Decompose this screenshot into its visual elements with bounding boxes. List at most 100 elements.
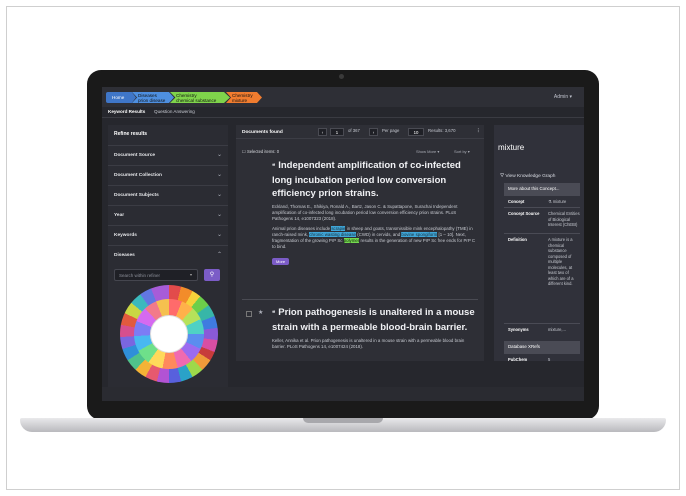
prev-page-button[interactable]: ‹	[318, 128, 327, 136]
doc-abstract: Animal prion diseases include scrapie in…	[272, 226, 478, 250]
per-page-select[interactable]: 10	[408, 128, 424, 136]
knowledge-graph-label[interactable]: View Knowledge Graph	[505, 174, 555, 179]
highlight-term[interactable]: bovine spongiform	[401, 232, 438, 237]
highlight-term[interactable]: chronic wasting disease	[309, 232, 356, 237]
facet-label: Year	[114, 213, 125, 218]
screen-footer	[102, 387, 584, 401]
highlight-term[interactable]: scrapie	[331, 226, 346, 231]
chevron-down-icon: ⌄	[216, 172, 222, 178]
abstract-text: Animal prion diseases include	[272, 226, 331, 231]
chevron-down-icon: ⌄	[216, 232, 222, 238]
doc-title[interactable]: ❝ Independent amplification of co-infecte…	[272, 159, 478, 200]
row-value: mixture,...	[548, 327, 566, 332]
chevron-down-icon: ⌄	[216, 152, 222, 158]
row-value-text: mixture	[552, 199, 567, 204]
facet-label: Document Source	[114, 153, 156, 158]
search-button[interactable]: ⚲	[204, 269, 220, 281]
synonyms-row: Synonyms mixture,...	[504, 323, 580, 335]
checkbox-icon[interactable]: ☐	[242, 149, 246, 154]
breadcrumb-disease[interactable]: Diseases prion disease	[132, 92, 174, 103]
camera	[339, 74, 344, 79]
doc-content: ❝ Independent amplification of co-infecte…	[272, 159, 478, 268]
row-key: Concept Source	[508, 211, 540, 216]
doc-title-text[interactable]: Independent amplification of co-infected…	[272, 160, 461, 199]
facet-document-source[interactable]: Document Source ⌄	[108, 145, 228, 165]
facet-label: Document Collection	[114, 173, 162, 178]
next-page-button[interactable]: ›	[369, 128, 378, 136]
row-key: Synonyms	[508, 327, 529, 332]
page-input[interactable]: 1	[330, 128, 344, 136]
more-button[interactable]: More	[272, 258, 290, 265]
more-options-icon[interactable]: ⋮	[476, 128, 480, 136]
xref-row[interactable]: PubChem 5	[504, 353, 580, 365]
concept-row: Concept ⚗ mixture	[504, 195, 580, 207]
database-xrefs-header[interactable]: Database XRefs	[504, 341, 580, 353]
chemistry-icon: ⚗	[548, 199, 552, 204]
facet-document-collection[interactable]: Document Collection ⌄	[108, 165, 228, 185]
refine-title: Refine results	[114, 131, 148, 137]
breadcrumb-chemical[interactable]: Chemistry chemical substance	[170, 92, 230, 103]
sort-by-dropdown[interactable]: Sort by ▾	[454, 149, 470, 154]
documents-found-title: Documents found	[242, 130, 283, 135]
selected-items[interactable]: ☐ Selected items: 0	[242, 149, 279, 154]
chevron-up-icon: ⌃	[216, 252, 222, 258]
facet-year[interactable]: Year ⌄	[108, 205, 228, 225]
doc-title-text[interactable]: Prion pathogenesis is unaltered in a mou…	[272, 307, 475, 333]
divider	[242, 299, 478, 300]
row-value: ⚗ mixture	[548, 199, 580, 205]
abstract-text: (CWD) in cervids, and	[357, 232, 401, 237]
highlight-term[interactable]: polymer	[343, 238, 360, 243]
graph-icon: ⛛	[500, 174, 505, 179]
refine-panel: Refine results Document Source ⌄ Document…	[108, 125, 228, 387]
doc-citation: Eckland, Thomas E., Shikiya, Ronald A., …	[272, 204, 458, 221]
top-bar: Home Diseases prion disease Chemistry ch…	[102, 87, 584, 107]
facet-label: Document Subjects	[114, 193, 159, 198]
document-result-1: ❝ Independent amplification of co-infecte…	[242, 159, 478, 268]
document-result-2: ❝ Prion pathogenesis is unaltered in a mo…	[242, 306, 478, 350]
doc-citation: Keller, Annika et al. Prion pathogenesis…	[272, 338, 465, 349]
search-icon: ⚲	[209, 272, 215, 278]
row-key: Definition	[508, 237, 527, 242]
facet-label: Keywords	[114, 233, 137, 238]
disease-sunburst-chart[interactable]	[120, 285, 218, 383]
quote-icon: ❝	[272, 164, 276, 170]
concept-panel: mixture ⛛ View Knowledge Graph More abou…	[494, 125, 584, 362]
doc-title[interactable]: ❝ Prion pathogenesis is unaltered in a mo…	[272, 306, 478, 334]
facet-label: Diseases	[114, 253, 135, 258]
concept-title: mixture	[498, 143, 525, 152]
breadcrumb-home[interactable]: Home	[106, 92, 136, 103]
chevron-down-icon: ⌄	[216, 192, 222, 198]
row-key: Concept	[508, 199, 525, 204]
admin-menu[interactable]: Admin ▾	[554, 94, 572, 100]
concept-source-row: Concept Source Chemical Entities of Biolo…	[504, 207, 580, 233]
sunburst-center[interactable]	[150, 315, 188, 353]
knowledge-graph-link[interactable]: ⛛ View Knowledge Graph	[500, 173, 555, 179]
refine-search-input[interactable]: Search within refiner	[114, 269, 198, 281]
row-value: A mixture is a chemical substance compos…	[548, 237, 574, 286]
chevron-down-icon: ⌄	[216, 212, 222, 218]
facet-diseases[interactable]: Diseases ⌃	[108, 245, 228, 265]
definition-row: Definition A mixture is a chemical substa…	[504, 233, 580, 293]
tab-keyword-results[interactable]: Keyword Results	[108, 109, 145, 114]
tab-question-answering[interactable]: Question Answering	[154, 109, 195, 114]
results-panel: Documents found ‹ 1 of 367 › Per page 10…	[236, 125, 484, 361]
show-more-dropdown[interactable]: Show More ▾	[416, 149, 439, 154]
facet-document-subjects[interactable]: Document Subjects ⌄	[108, 185, 228, 205]
results-header: Documents found ‹ 1 of 367 › Per page 10…	[236, 125, 484, 139]
page-of-label: of 367	[348, 128, 360, 133]
row-value: Chemical Entities of Biological Interest…	[548, 211, 580, 227]
facet-keywords[interactable]: Keywords ⌄	[108, 225, 228, 245]
tab-bar: Keyword Results Question Answering	[102, 107, 584, 118]
laptop-notch	[303, 418, 383, 423]
selected-items-label: Selected items: 0	[246, 149, 280, 154]
row-value: 5	[548, 357, 551, 362]
results-count: Results: 3,670	[428, 128, 456, 133]
breadcrumb-mixture[interactable]: Chemistry mixture	[226, 92, 262, 103]
about-concept-header[interactable]: More about this Concept...	[504, 183, 580, 195]
row-key: PubChem	[508, 357, 528, 362]
quote-icon: ❝	[272, 311, 276, 317]
caret-down-icon[interactable]: ▾	[190, 272, 192, 277]
doc-content: ❝ Prion pathogenesis is unaltered in a mo…	[272, 306, 478, 350]
laptop-screen: Home Diseases prion disease Chemistry ch…	[102, 87, 584, 401]
per-page-label: Per page	[382, 128, 400, 133]
